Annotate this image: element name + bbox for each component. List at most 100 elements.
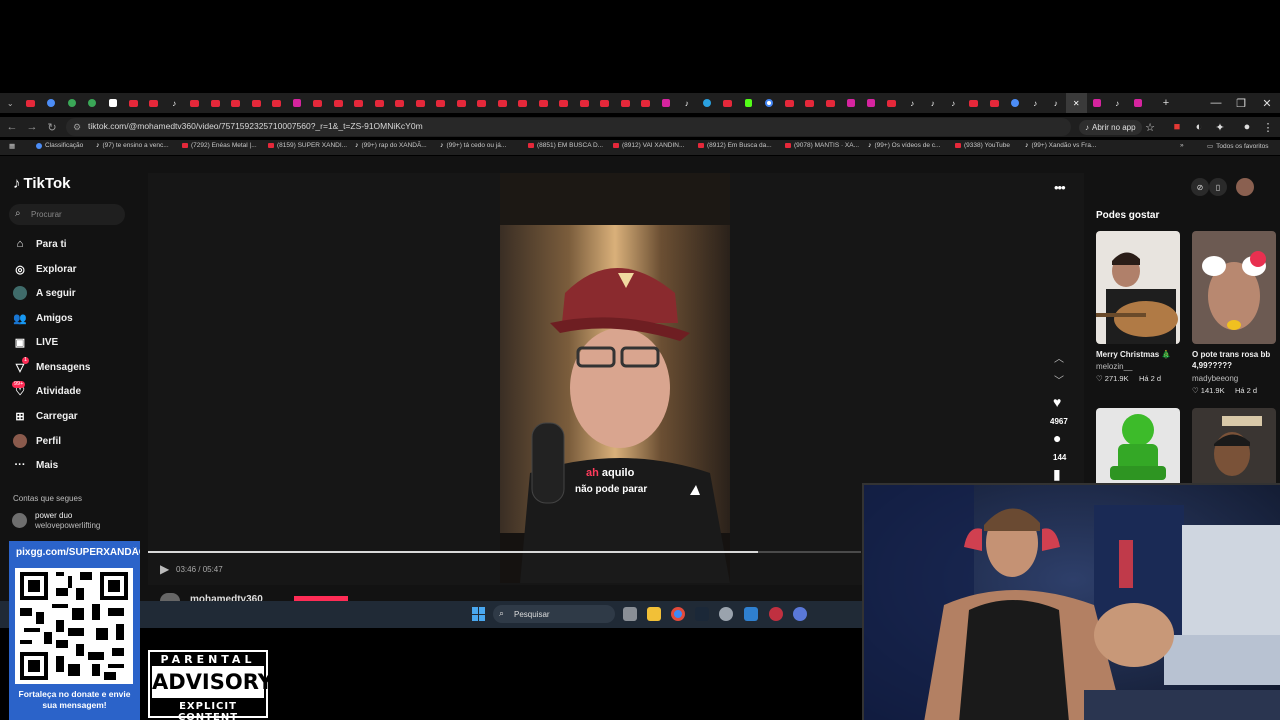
browser-tab[interactable]: [1005, 93, 1026, 113]
browser-tab[interactable]: [226, 93, 247, 113]
recommended-thumbnail[interactable]: [1096, 231, 1180, 344]
browser-tab[interactable]: [451, 93, 472, 113]
tiktok-logo[interactable]: ♪ TikTok: [13, 175, 70, 192]
browser-tab[interactable]: [103, 93, 124, 113]
back-button[interactable]: ←: [3, 117, 21, 137]
bookmark-item[interactable]: (9338) YouTube: [955, 142, 1010, 149]
browser-tab[interactable]: [800, 93, 821, 113]
previous-video-icon[interactable]: ︿: [1054, 350, 1064, 365]
browser-tab[interactable]: [185, 93, 206, 113]
bookmark-item[interactable]: (9078) MANTIS · XA...: [785, 142, 859, 149]
bookmark-item[interactable]: ♪ (99+) tá cedo ou já...: [440, 142, 506, 149]
author-avatar[interactable]: [160, 593, 180, 601]
browser-tab[interactable]: [246, 93, 267, 113]
tab-list-dropdown[interactable]: ⌄: [0, 93, 21, 113]
open-in-app-button[interactable]: ♪ Abrir no app: [1079, 120, 1142, 135]
close-window-button[interactable]: ✕: [1255, 93, 1279, 113]
like-icon[interactable]: ♥: [1053, 394, 1061, 410]
browser-tab[interactable]: ♪: [164, 93, 185, 113]
browser-tab[interactable]: [390, 93, 411, 113]
browser-tab[interactable]: [964, 93, 985, 113]
bookmark-star-icon[interactable]: ☆: [1141, 117, 1159, 137]
browser-tab[interactable]: [205, 93, 226, 113]
browser-tab[interactable]: ♪: [1107, 93, 1128, 113]
new-tab-button[interactable]: +: [1154, 93, 1178, 113]
bookmark-item[interactable]: (8851) EM BUSCA D...: [528, 142, 603, 149]
sidebar-item-live[interactable]: ▣ LIVE: [12, 334, 58, 350]
bookmark-item[interactable]: ♪ (97) te ensino a venc...: [96, 142, 169, 149]
browser-tab[interactable]: ♪: [1046, 93, 1067, 113]
browser-tab[interactable]: [82, 93, 103, 113]
sidebar-item-para-ti[interactable]: ⌂ Para ti: [12, 236, 67, 252]
browser-tab[interactable]: ♪: [923, 93, 944, 113]
extension-icon[interactable]: ◐: [1190, 117, 1208, 137]
browser-tab[interactable]: ♪: [943, 93, 964, 113]
browser-tab[interactable]: [492, 93, 513, 113]
recommended-title-1[interactable]: Merry Christmas 🎄: [1096, 349, 1182, 360]
extensions-icon[interactable]: ✦: [1211, 117, 1229, 137]
browser-tab[interactable]: [267, 93, 288, 113]
profile-avatar[interactable]: [1236, 178, 1254, 196]
recommended-thumbnail[interactable]: [1192, 408, 1276, 484]
browser-tab[interactable]: [349, 93, 370, 113]
app-icon[interactable]: [769, 607, 783, 621]
bookmark-icon[interactable]: ▮: [1053, 466, 1061, 483]
browser-tab[interactable]: [841, 93, 862, 113]
browser-tab[interactable]: [861, 93, 882, 113]
app-icon[interactable]: [744, 607, 758, 621]
bookmark-item[interactable]: ♪ (99+) Os vídeos de c...: [868, 142, 940, 149]
sidebar-item-amigos[interactable]: 👥 Amigos: [12, 310, 73, 326]
bookmark-item[interactable]: (8159) SUPER XANDI...: [268, 142, 347, 149]
menu-icon[interactable]: ⋮: [1259, 117, 1277, 137]
video-frame[interactable]: [500, 173, 730, 583]
browser-tab[interactable]: [1087, 93, 1108, 113]
browser-tab[interactable]: [308, 93, 329, 113]
bookmark-item[interactable]: (8912) Em Busca da...: [698, 142, 772, 149]
browser-tab[interactable]: [328, 93, 349, 113]
chrome-icon[interactable]: [671, 607, 685, 621]
taskbar-search[interactable]: [493, 605, 615, 623]
sidebar-item-a-seguir[interactable]: A seguir: [12, 285, 76, 301]
browser-tab[interactable]: [697, 93, 718, 113]
profile-avatar[interactable]: ●: [1238, 117, 1256, 137]
sidebar-item-perfil[interactable]: Perfil: [12, 433, 61, 449]
browser-tab[interactable]: [718, 93, 739, 113]
next-video-icon[interactable]: ﹀: [1054, 372, 1064, 387]
sidebar-item-explorar[interactable]: ◎ Explorar: [12, 261, 76, 277]
app-icon[interactable]: [793, 607, 807, 621]
site-info-icon[interactable]: ⚙: [68, 117, 86, 137]
active-tab[interactable]: ✕: [1066, 93, 1087, 113]
more-bookmarks-icon[interactable]: »: [1180, 142, 1184, 149]
browser-tab[interactable]: [1128, 93, 1149, 113]
browser-tab[interactable]: [759, 93, 780, 113]
more-options-icon[interactable]: •••: [1054, 180, 1066, 195]
browser-tab[interactable]: [636, 93, 657, 113]
browser-tab[interactable]: [554, 93, 575, 113]
steam-icon[interactable]: [695, 607, 709, 621]
file-explorer-icon[interactable]: [647, 607, 661, 621]
browser-tab[interactable]: ♪: [902, 93, 923, 113]
forward-button[interactable]: →: [23, 117, 41, 137]
all-bookmarks[interactable]: ▭ Todos os favoritos: [1207, 142, 1269, 151]
bookmark-item[interactable]: ♪ (99+) Xandão vs Fra...: [1025, 142, 1096, 149]
following-avatar[interactable]: [12, 513, 27, 528]
minimize-button[interactable]: —: [1204, 93, 1228, 113]
bookmark-item[interactable]: (8912) VAI XANDIN...: [613, 142, 684, 149]
extension-icon[interactable]: ■: [1168, 117, 1186, 137]
browser-tab[interactable]: [533, 93, 554, 113]
bookmark-item[interactable]: Classificação: [36, 142, 83, 149]
apps-icon[interactable]: ▦: [9, 142, 15, 150]
reload-button[interactable]: ↻: [43, 117, 61, 137]
browser-tab[interactable]: [287, 93, 308, 113]
sidebar-item-mais[interactable]: ··· Mais: [12, 457, 59, 473]
browser-tab[interactable]: [21, 93, 42, 113]
device-icon[interactable]: ▯: [1209, 178, 1227, 196]
recommended-user-1[interactable]: melozin__: [1096, 362, 1132, 371]
browser-tab[interactable]: [656, 93, 677, 113]
sidebar-item-carregar[interactable]: ⊞ Carregar: [12, 408, 77, 424]
browser-tab[interactable]: [62, 93, 83, 113]
browser-tab[interactable]: [574, 93, 595, 113]
browser-tab[interactable]: [144, 93, 165, 113]
search-input[interactable]: [9, 204, 125, 225]
bookmark-item[interactable]: ♪ (99+) rap do XANDÃ...: [355, 142, 427, 149]
